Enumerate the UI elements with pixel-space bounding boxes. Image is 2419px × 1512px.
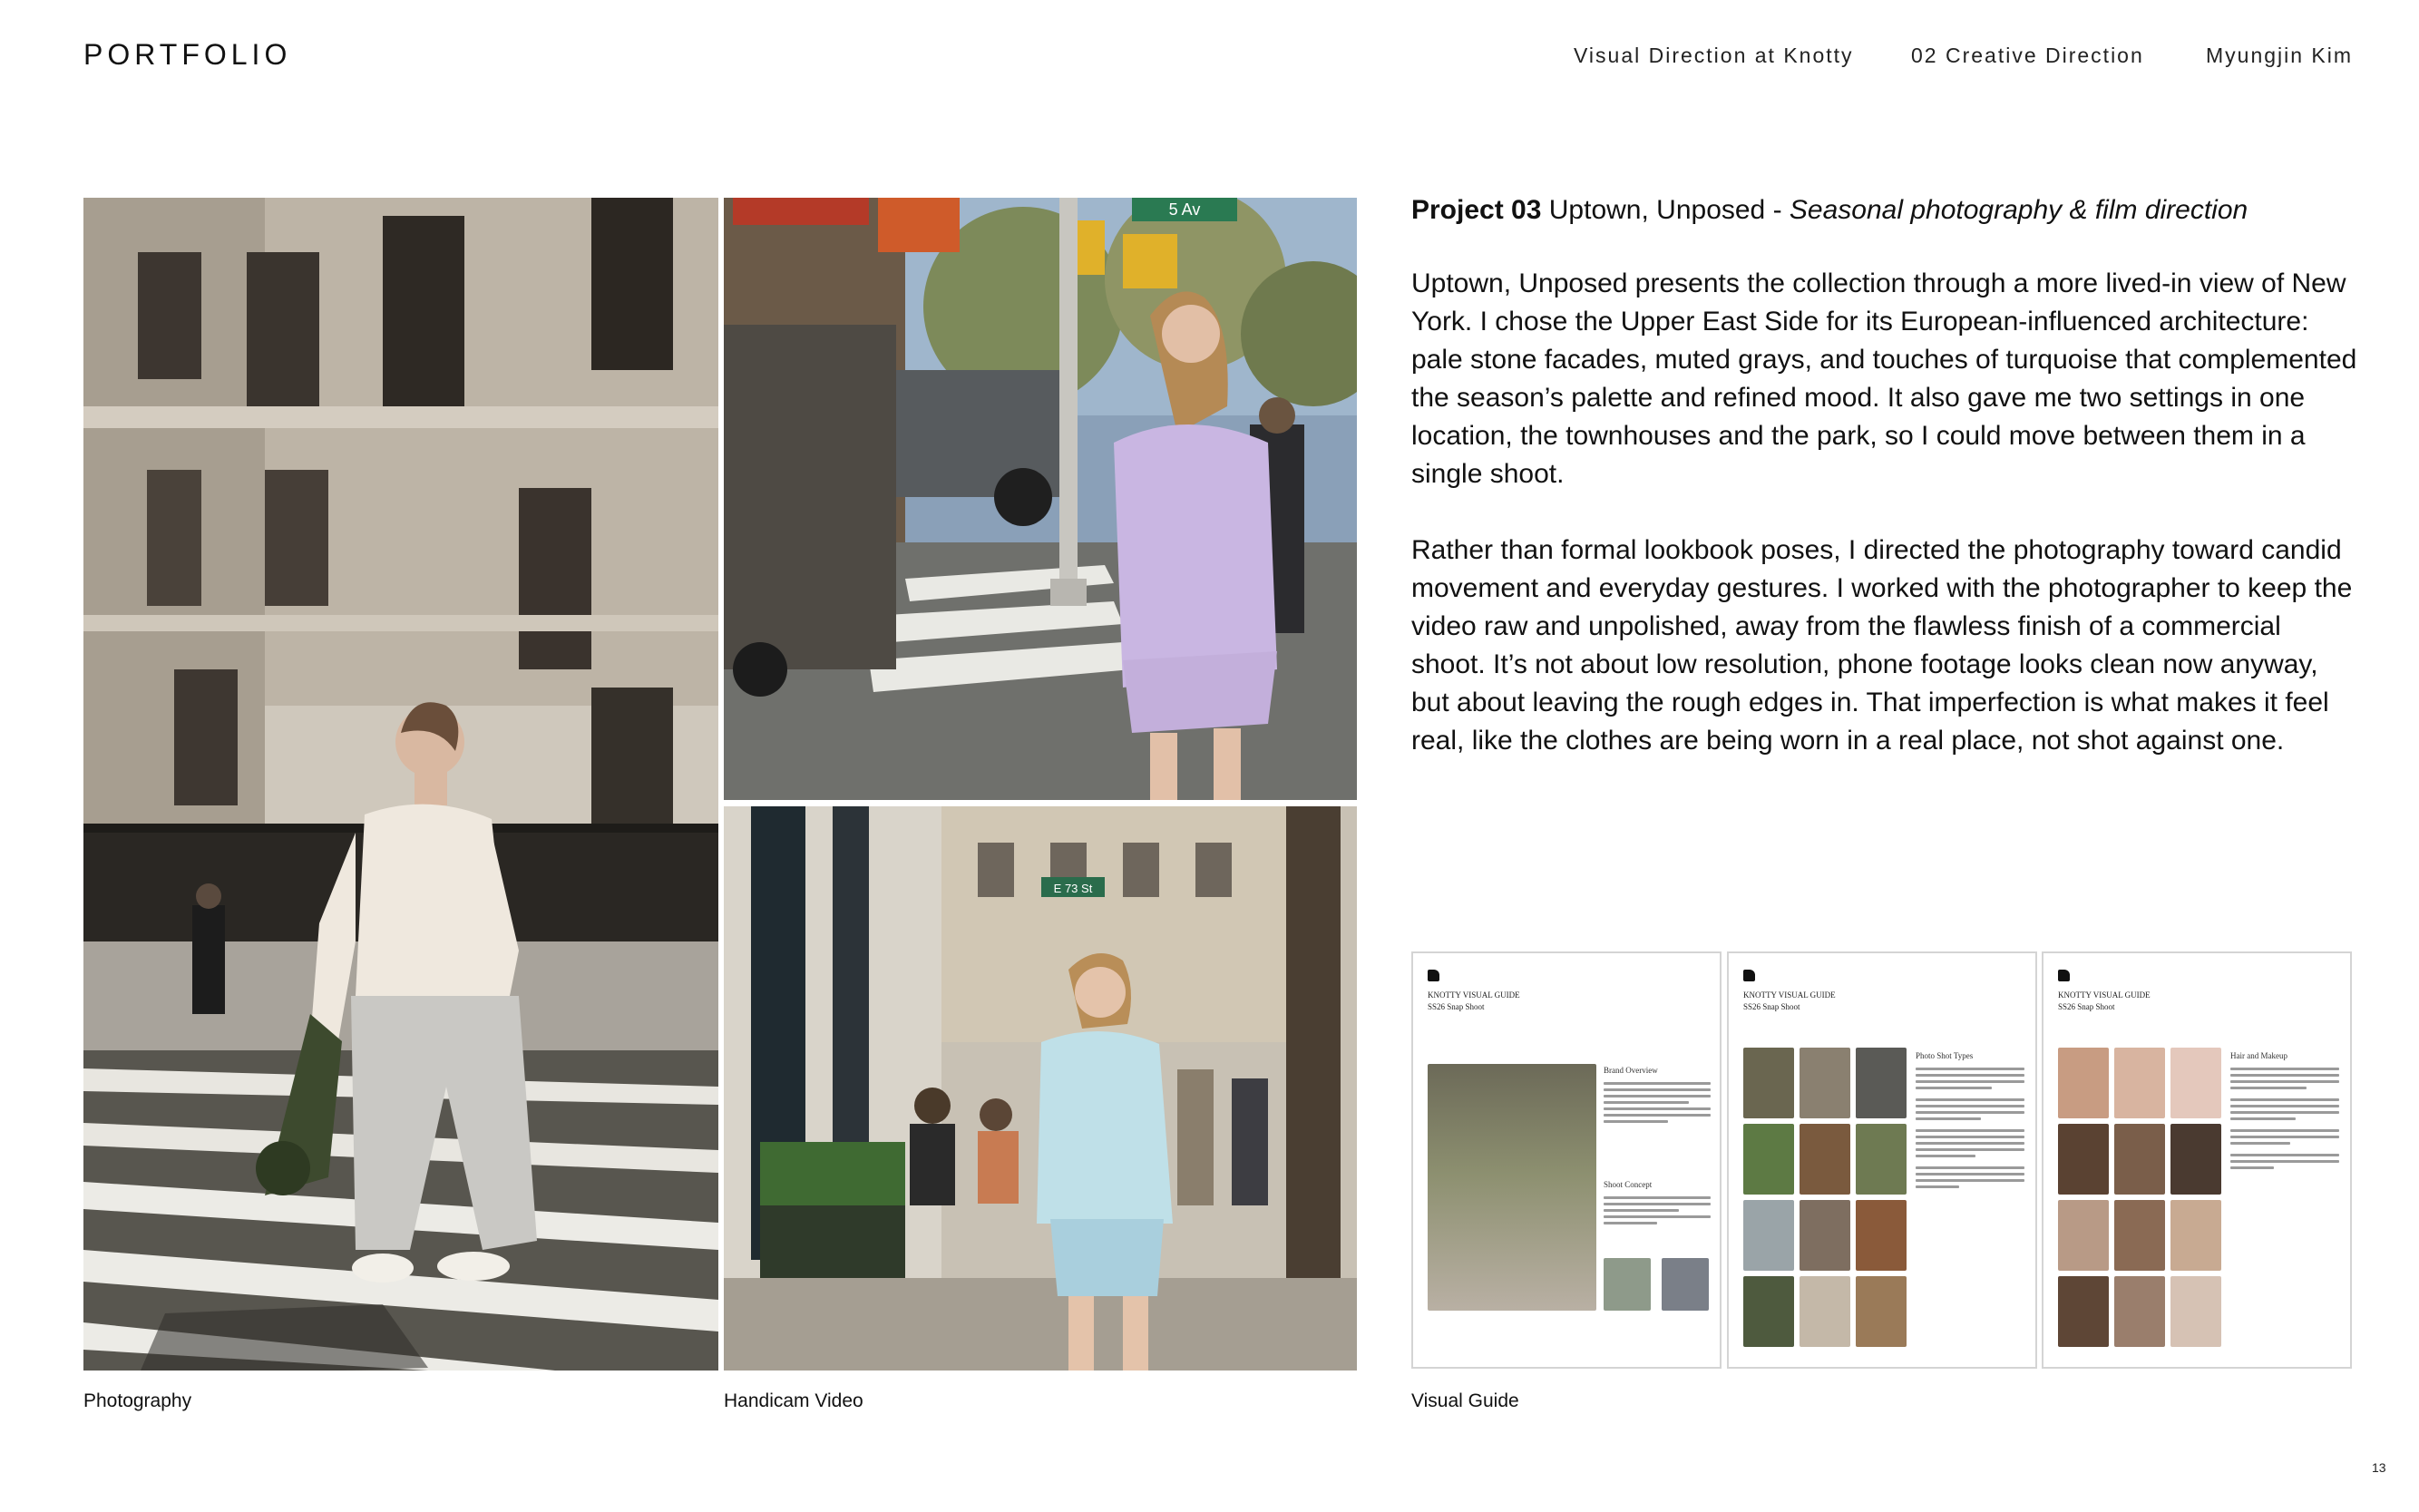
guide-section-heading: Photo Shot Types [1916,1051,1974,1060]
guide-title-text: KNOTTY VISUAL GUIDE [2058,990,2151,1000]
guide-thumb [1856,1276,1907,1347]
guide-thumb [2114,1200,2165,1271]
guide-body-lines [1604,1082,1711,1127]
street-sign-text: 5 Av [1169,200,1201,219]
guide-title: KNOTTY VISUAL GUIDE SS26 Snap Shoot [1428,990,1520,1013]
guide-thumb [1800,1276,1850,1347]
visual-guide-page-shot-types: KNOTTY VISUAL GUIDE SS26 Snap Shoot Phot… [1727,951,2037,1369]
guide-thumb [2058,1276,2109,1347]
guide-thumb [1743,1048,1794,1118]
visual-guide-page-hair-makeup: KNOTTY VISUAL GUIDE SS26 Snap Shoot Hair… [2042,951,2352,1369]
nav-creative-direction: 02 Creative Direction [1911,44,2144,67]
guide-thumb [1662,1258,1709,1311]
guide-section-heading: Hair and Makeup [2230,1051,2287,1060]
guide-thumb [2170,1200,2221,1271]
nav-visual-direction: Visual Direction at Knotty [1574,44,1854,67]
guide-thumb [2170,1276,2221,1347]
guide-title-text: KNOTTY VISUAL GUIDE [1743,990,1836,1000]
guide-thumb [2170,1124,2221,1195]
guide-section-heading: Brand Overview [1604,1066,1658,1075]
guide-thumb [1743,1200,1794,1271]
project-description: Project 03 Uptown, Unposed - Seasonal ph… [1411,190,2360,798]
guide-thumb [2170,1048,2221,1118]
knotty-logo-icon [2058,970,2070,981]
paragraph-direction: Rather than formal lookbook poses, I dir… [1411,535,2353,756]
caption-handicam-video: Handicam Video [724,1390,863,1411]
guide-thumb [2114,1124,2165,1195]
page-number: 13 [2372,1460,2386,1475]
guide-thumb [1743,1124,1794,1195]
guide-title: KNOTTY VISUAL GUIDE SS26 Snap Shoot [1743,990,1836,1013]
guide-thumb [1743,1276,1794,1347]
handicam-video-frame-1: 5 Av [724,198,1357,800]
guide-thumb [2058,1200,2109,1271]
guide-title: KNOTTY VISUAL GUIDE SS26 Snap Shoot [2058,990,2151,1013]
project-number: Project 03 [1411,195,1542,225]
guide-thumb [1604,1258,1651,1311]
nav-author-name: Myungjin Kim [2206,44,2354,67]
guide-thumb [1800,1200,1850,1271]
knotty-logo-icon [1743,970,1755,981]
visual-guide-page-brand: KNOTTY VISUAL GUIDE SS26 Snap Shoot Bran… [1411,951,1722,1369]
street-sign-text-2: E 73 St [1054,882,1093,895]
caption-visual-guide: Visual Guide [1411,1390,1519,1411]
guide-thumb [2058,1124,2109,1195]
caption-photography: Photography [83,1390,192,1411]
project-subtitle: Seasonal photography & film direction [1789,195,2248,225]
guide-subtitle-text: SS26 Snap Shoot [1743,1002,1800,1011]
guide-thumb [2114,1276,2165,1347]
guide-body-lines-2 [1604,1196,1711,1228]
handicam-video-frame-2: E 73 St [724,806,1357,1371]
guide-hero-photo [1428,1064,1596,1311]
project-separator: - [1765,195,1790,225]
guide-body-lines [1916,1068,2024,1192]
guide-subtitle-text: SS26 Snap Shoot [2058,1002,2115,1011]
guide-thumb [2114,1048,2165,1118]
paragraph-location: Uptown, Unposed presents the collection … [1411,268,2357,489]
guide-section-heading-2: Shoot Concept [1604,1180,1653,1189]
knotty-logo-icon [1428,970,1439,981]
project-name: Uptown, Unposed [1548,195,1766,225]
guide-body-lines [2230,1068,2339,1173]
guide-thumb [1856,1200,1907,1271]
guide-thumb [2058,1048,2109,1118]
guide-thumb [1856,1124,1907,1195]
guide-subtitle-text: SS26 Snap Shoot [1428,1002,1485,1011]
guide-thumb [1800,1048,1850,1118]
project-heading: Project 03 Uptown, Unposed - Seasonal ph… [1411,190,2360,230]
photography-image [83,198,718,1371]
guide-thumb [1800,1124,1850,1195]
portfolio-title: PORTFOLIO [83,38,292,71]
guide-thumb [1856,1048,1907,1118]
guide-title-text: KNOTTY VISUAL GUIDE [1428,990,1520,1000]
